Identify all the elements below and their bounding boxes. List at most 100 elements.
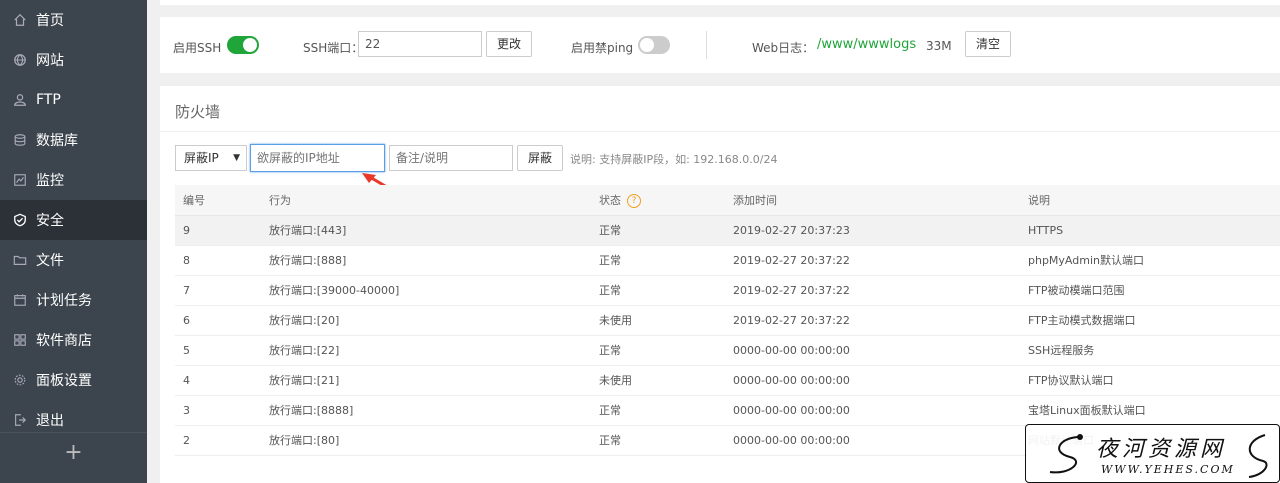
sidebar-item-1[interactable]: 网站 (0, 40, 147, 80)
cell-action: 放行端口:[443] (261, 215, 591, 246)
cell-status: 正常 (591, 215, 725, 246)
logout-icon (12, 412, 28, 428)
divider (160, 131, 1280, 132)
cell-id: 2 (175, 425, 261, 456)
table-row[interactable]: 4 放行端口:[21] 未使用 0000-00-00 00:00:00 FTP协议默认端… (175, 365, 1280, 396)
monitor-icon (12, 172, 28, 188)
ssh-toggle[interactable] (227, 36, 259, 54)
sidebar-item-4[interactable]: 监控 (0, 160, 147, 200)
sidebar-item-label: 监控 (36, 173, 64, 189)
cell-id: 6 (175, 305, 261, 336)
table-row[interactable]: 9 放行端口:[443] 正常 2019-02-27 20:37:23 HTTPS (175, 215, 1280, 246)
cell-status: 未使用 (591, 365, 725, 396)
sidebar-item-0[interactable]: 首页 (0, 0, 147, 40)
cell-time: 0000-00-00 00:00:00 (725, 365, 1020, 396)
col-id: 编号 (175, 185, 261, 216)
main-content: 启用SSH SSH端口： 更改 启用禁ping Web日志： /www/wwwl… (147, 0, 1280, 483)
ssh-port-label: SSH端口： (303, 41, 364, 55)
sidebar-item-label: 文件 (36, 253, 64, 269)
ftp-user-icon (12, 92, 28, 108)
cell-time: 2019-02-27 20:37:23 (725, 215, 1020, 246)
col-action: 行为 (261, 185, 591, 216)
cell-action: 放行端口:[21] (261, 365, 591, 396)
web-log-path[interactable]: /www/wwwlogs (817, 37, 916, 52)
cell-id: 8 (175, 245, 261, 276)
ping-label: 启用禁ping (571, 41, 634, 55)
note-input[interactable] (389, 145, 513, 171)
sidebar-item-5[interactable]: 安全 (0, 200, 147, 240)
sidebar-item-9[interactable]: 面板设置 (0, 360, 147, 400)
settings-panel: 启用SSH SSH端口： 更改 启用禁ping Web日志： /www/wwwl… (160, 17, 1280, 73)
cell-action: 放行端口:[39000-40000] (261, 275, 591, 306)
apps-icon (12, 332, 28, 348)
add-button[interactable]: + (0, 432, 147, 472)
folder-icon (12, 252, 28, 268)
ornament-icon (1049, 434, 1083, 474)
col-status-label: 状态 (599, 193, 621, 207)
col-note: 说明 (1020, 185, 1280, 216)
cell-action: 放行端口:[8888] (261, 395, 591, 426)
cell-action: 放行端口:[22] (261, 335, 591, 366)
table-row[interactable]: 6 放行端口:[20] 未使用 2019-02-27 20:37:22 FTP主动模式数… (175, 305, 1280, 336)
clear-log-button[interactable]: 清空 (965, 31, 1012, 57)
cell-id: 3 (175, 395, 261, 426)
cell-note: FTP协议默认端口 (1020, 365, 1280, 396)
cell-action: 放行端口:[20] (261, 305, 591, 336)
ssh-port-input[interactable] (358, 31, 482, 57)
ip-address-input[interactable] (250, 144, 385, 172)
table-row[interactable]: 7 放行端口:[39000-40000] 正常 2019-02-27 20:37:22… (175, 275, 1280, 306)
sidebar: 首页网站 FTP 数据库监控安全文件计划任务软件商店面板设置退出 + (0, 0, 147, 483)
firewall-table: 编号 行为 状态? 添加时间 说明 9 放行端口:[443] 正常 2019-02-2… (175, 185, 1280, 456)
home-icon (12, 12, 28, 28)
sidebar-item-label: 首页 (36, 13, 64, 29)
sidebar-item-label: 软件商店 (36, 333, 92, 349)
caret-down-icon: ▼ (233, 153, 240, 163)
gear-icon (12, 372, 28, 388)
top-strip (160, 0, 1280, 5)
cell-status: 正常 (591, 245, 725, 276)
cell-id: 4 (175, 365, 261, 396)
globe-icon (12, 52, 28, 68)
table-header: 编号 行为 状态? 添加时间 说明 (175, 185, 1280, 216)
cell-time: 2019-02-27 20:37:22 (725, 305, 1020, 336)
cell-time: 2019-02-27 20:37:22 (725, 275, 1020, 306)
ssh-label: 启用SSH (173, 41, 222, 55)
block-type-select[interactable]: 屏蔽IP ▼ (175, 145, 247, 171)
sidebar-item-8[interactable]: 软件商店 (0, 320, 147, 360)
ping-toggle[interactable] (638, 36, 670, 54)
cell-note: HTTPS (1020, 215, 1280, 246)
hint-text: 说明: 支持屏蔽IP段，如: 192.168.0.0/24 (570, 153, 778, 166)
sidebar-item-6[interactable]: 文件 (0, 240, 147, 280)
cell-note: phpMyAdmin默认端口 (1020, 245, 1280, 276)
sidebar-item-label: 安全 (36, 213, 64, 229)
table-row[interactable]: 3 放行端口:[8888] 正常 0000-00-00 00:00:00 宝塔Linux… (175, 395, 1280, 426)
calendar-icon (12, 292, 28, 308)
help-icon[interactable]: ? (627, 193, 641, 208)
cell-id: 9 (175, 215, 261, 246)
cell-status: 正常 (591, 425, 725, 456)
database-icon (12, 132, 28, 148)
col-status: 状态? (591, 185, 725, 216)
block-button[interactable]: 屏蔽 (517, 145, 564, 171)
block-type-value: 屏蔽IP (184, 151, 219, 165)
cell-time: 0000-00-00 00:00:00 (725, 395, 1020, 426)
cell-note: FTP被动模端口范围 (1020, 275, 1280, 306)
watermark-url: WWW.YEHES.COM (1101, 463, 1235, 476)
sidebar-item-label: 计划任务 (36, 293, 92, 309)
sidebar-item-label: FTP (36, 92, 61, 108)
cell-time: 0000-00-00 00:00:00 (725, 335, 1020, 366)
sidebar-item-label: 数据库 (36, 133, 78, 149)
table-row[interactable]: 8 放行端口:[888] 正常 2019-02-27 20:37:22 phpMyAdm… (175, 245, 1280, 276)
col-time: 添加时间 (725, 185, 1020, 216)
sidebar-item-3[interactable]: 数据库 (0, 120, 147, 160)
cell-status: 正常 (591, 335, 725, 366)
watermark-logo: 夜河资源网 WWW.YEHES.COM (1025, 424, 1280, 483)
watermark-title: 夜河资源网 (1096, 437, 1227, 462)
sidebar-item-2[interactable]: FTP (0, 80, 147, 120)
cell-status: 正常 (591, 275, 725, 306)
sidebar-item-label: 退出 (36, 413, 64, 429)
change-port-button[interactable]: 更改 (486, 31, 533, 57)
cell-action: 放行端口:[888] (261, 245, 591, 276)
table-row[interactable]: 5 放行端口:[22] 正常 0000-00-00 00:00:00 SSH远程服务 (175, 335, 1280, 366)
sidebar-item-7[interactable]: 计划任务 (0, 280, 147, 320)
